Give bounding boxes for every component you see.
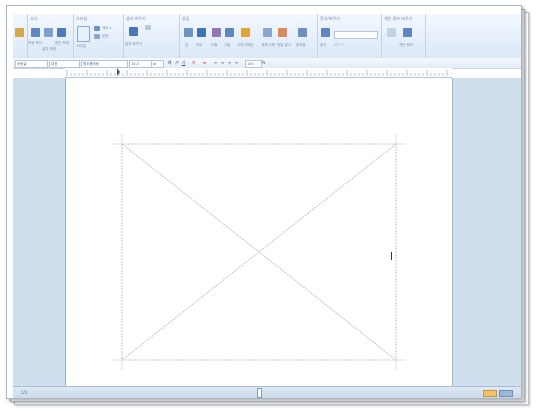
table-label: 표 (185, 43, 189, 47)
bold-icon[interactable]: 가 (167, 60, 172, 66)
shape-label: 도형 (211, 43, 218, 47)
horizontal-ruler[interactable] (65, 68, 452, 78)
body-icon[interactable] (94, 34, 100, 39)
group-label: 개인 정보 바꾸기 (384, 16, 413, 21)
format-painter-label: 모양 복사 (28, 41, 42, 45)
group-label: 서식 (30, 16, 38, 21)
body-label: 본문 (102, 34, 109, 38)
ruler-ticks (66, 70, 448, 76)
chart-icon[interactable] (197, 28, 206, 37)
percent-icon[interactable]: % (261, 60, 266, 66)
outline-icon[interactable] (94, 26, 100, 31)
privacy-label: 개인 정보 (399, 43, 413, 47)
style-label: 스타일 (76, 44, 86, 48)
group-label: 스타일 (76, 16, 88, 21)
chart-label: 차트 (196, 43, 203, 47)
picture-label: 그림 (224, 43, 231, 47)
font-size-input[interactable]: 10.0 (129, 60, 152, 68)
ribbon-group-format: 서식 모양 복사 글자 모양 문단 모양 (27, 14, 74, 58)
format-painter-icon[interactable] (31, 28, 40, 37)
find-icon[interactable] (321, 28, 330, 37)
status-bar: 1/1 (13, 386, 521, 398)
para-shape-icon[interactable] (57, 28, 66, 37)
align-left-icon[interactable]: ≡ (213, 60, 218, 66)
page-content (112, 134, 406, 370)
app-window: 서식 모양 복사 글자 모양 문단 모양 스타일 스타일 개요 1 본문 글자 … (6, 5, 522, 399)
outline-label: 개요 1 (102, 26, 112, 30)
paste-icon[interactable] (15, 28, 24, 37)
privacy-off-icon[interactable] (387, 28, 396, 37)
view-mode-icon[interactable] (483, 390, 497, 397)
line-spacing-input[interactable]: 100 (245, 60, 262, 68)
document-page[interactable] (65, 78, 453, 386)
text-cursor (391, 252, 392, 260)
drawing-label: 그리기마당 (237, 43, 254, 47)
style-select[interactable]: 바탕글 (15, 60, 48, 68)
align-right-icon[interactable]: ≡ (227, 60, 232, 66)
highlight-icon[interactable]: ▬ (202, 60, 207, 66)
group-label: 찾기/바꾸기 (320, 16, 340, 21)
style-gallery-icon[interactable] (77, 26, 90, 42)
symbol-label: 문자표 (296, 43, 306, 47)
group-label: 글자 바꾸기 (126, 16, 146, 21)
italic-icon[interactable]: 가 (174, 60, 179, 66)
privacy-icon[interactable] (403, 28, 412, 37)
align-center-icon[interactable]: ≡ (220, 60, 225, 66)
char-replace-label: 글자 바꾸기 (125, 42, 143, 46)
unit-select[interactable]: pt (151, 60, 164, 68)
group-label: 삽입 (182, 16, 190, 21)
justify-icon[interactable]: ≡ (234, 60, 239, 66)
ruby-text-icon[interactable] (278, 28, 287, 37)
language-select[interactable]: 대표 (49, 60, 80, 68)
ribbon-group-replace-char: 글자 바꾸기 글자 바꾸기 (123, 14, 180, 58)
small-replace-icon[interactable] (145, 25, 151, 30)
indent-marker-icon[interactable] (117, 68, 120, 76)
ribbon-group-clipboard (13, 14, 28, 58)
find-label: 찾기 (320, 43, 327, 47)
replace-label: 바꾸기 (334, 43, 344, 47)
object-select-icon[interactable] (263, 28, 272, 37)
find-input[interactable] (334, 31, 378, 39)
scroll-thumb[interactable] (257, 388, 262, 398)
ribbon-group-insert: 삽입 표 차트 도형 그림 그리기마당 개체 선택 덧말 넣기 문자표 (179, 14, 318, 58)
char-shape-icon[interactable] (44, 28, 53, 37)
symbol-icon[interactable] (298, 28, 307, 37)
char-shape-label: 글자 모양 (42, 47, 56, 51)
char-replace-icon[interactable] (129, 27, 138, 36)
font-select[interactable]: 함초롬바탕 (81, 60, 128, 68)
picture-icon[interactable] (225, 28, 234, 37)
zoom-icon[interactable] (499, 390, 513, 397)
image-placeholder[interactable] (121, 143, 397, 361)
document-workspace[interactable] (13, 78, 521, 386)
ribbon-group-find: 찾기/바꾸기 찾기 바꾸기 (317, 14, 382, 58)
ribbon-group-style: 스타일 스타일 개요 1 본문 (73, 14, 124, 58)
object-select-label: 개체 선택 (261, 43, 275, 47)
ribbon: 서식 모양 복사 글자 모양 문단 모양 스타일 스타일 개요 1 본문 글자 … (13, 14, 521, 59)
table-icon[interactable] (184, 28, 193, 37)
ruby-text-label: 덧말 넣기 (277, 43, 291, 47)
ribbon-group-privacy: 개인 정보 바꾸기 개인 정보 (381, 14, 426, 58)
page-indicator: 1/1 (21, 390, 28, 395)
shape-icon[interactable] (212, 28, 221, 37)
para-shape-label: 문단 모양 (55, 41, 69, 45)
underline-icon[interactable]: 가 (181, 60, 186, 66)
drawing-icon[interactable] (241, 28, 250, 37)
font-color-icon[interactable]: 가 (191, 60, 196, 66)
